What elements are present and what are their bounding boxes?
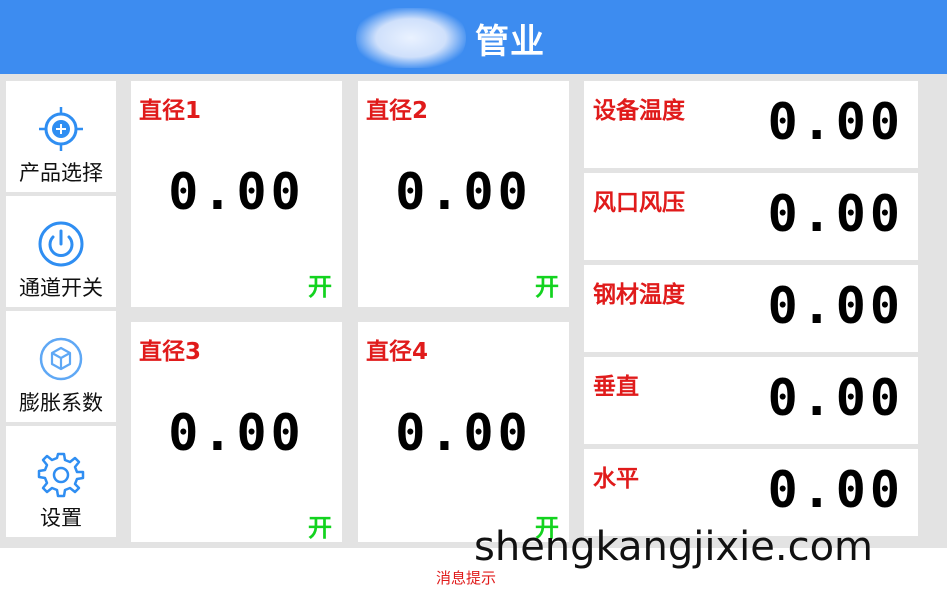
header-bar: 管业 (0, 0, 947, 74)
param-horizontal: 水平 0.00 (584, 449, 918, 536)
diameter-card-4[interactable]: 直径4 0.00 开 (358, 322, 569, 542)
diameter-card-3[interactable]: 直径3 0.00 开 (131, 322, 342, 542)
param-label: 设备温度 (593, 98, 685, 124)
status-message: 消息提示 (436, 569, 497, 587)
param-value: 0.00 (767, 185, 904, 243)
diameter-card-2[interactable]: 直径2 0.00 开 (358, 81, 569, 307)
card-label: 直径3 (139, 339, 202, 365)
card-label: 直径4 (366, 339, 429, 365)
nav-label: 产品选择 (19, 161, 103, 185)
gear-icon (37, 452, 85, 498)
param-device-temperature: 设备温度 0.00 (584, 81, 918, 168)
param-label: 钢材温度 (593, 282, 685, 308)
power-icon (38, 221, 84, 267)
param-value: 0.00 (767, 369, 904, 427)
page-title: 管业 (475, 22, 545, 62)
card-label: 直径2 (366, 98, 429, 124)
cube-icon (39, 337, 83, 381)
channel-state: 开 (308, 273, 332, 301)
nav-product-select-button[interactable]: 产品选择 (6, 81, 116, 192)
nav-settings-button[interactable]: 设置 (6, 426, 116, 537)
param-value: 0.00 (767, 93, 904, 151)
card-label: 直径1 (139, 98, 202, 124)
blurred-logo-icon (356, 8, 466, 68)
diameter-value: 0.00 (395, 404, 532, 462)
param-vertical: 垂直 0.00 (584, 357, 918, 444)
nav-channel-switch-button[interactable]: 通道开关 (6, 196, 116, 307)
param-value: 0.00 (767, 277, 904, 335)
param-steel-temperature: 钢材温度 0.00 (584, 265, 918, 352)
nav-label: 通道开关 (19, 276, 103, 300)
param-value: 0.00 (767, 461, 904, 519)
nav-label: 膨胀系数 (19, 391, 103, 415)
channel-state: 开 (535, 273, 559, 301)
param-air-pressure: 风口风压 0.00 (584, 173, 918, 260)
crosshair-icon (39, 107, 83, 151)
nav-label: 设置 (40, 506, 82, 530)
channel-state: 开 (308, 514, 332, 542)
param-label: 水平 (593, 466, 639, 492)
diameter-card-1[interactable]: 直径1 0.00 开 (131, 81, 342, 307)
param-label: 垂直 (593, 374, 639, 400)
diameter-value: 0.00 (168, 404, 305, 462)
diameter-value: 0.00 (395, 163, 532, 221)
nav-expansion-coefficient-button[interactable]: 膨胀系数 (6, 311, 116, 422)
main-panel: 产品选择 通道开关 膨胀系数 设置 直径1 0.00 开 直径2 0.00 开 (0, 74, 947, 548)
watermark-text: shengkangjixie.com (474, 524, 874, 570)
diameter-value: 0.00 (168, 163, 305, 221)
param-label: 风口风压 (593, 190, 685, 216)
